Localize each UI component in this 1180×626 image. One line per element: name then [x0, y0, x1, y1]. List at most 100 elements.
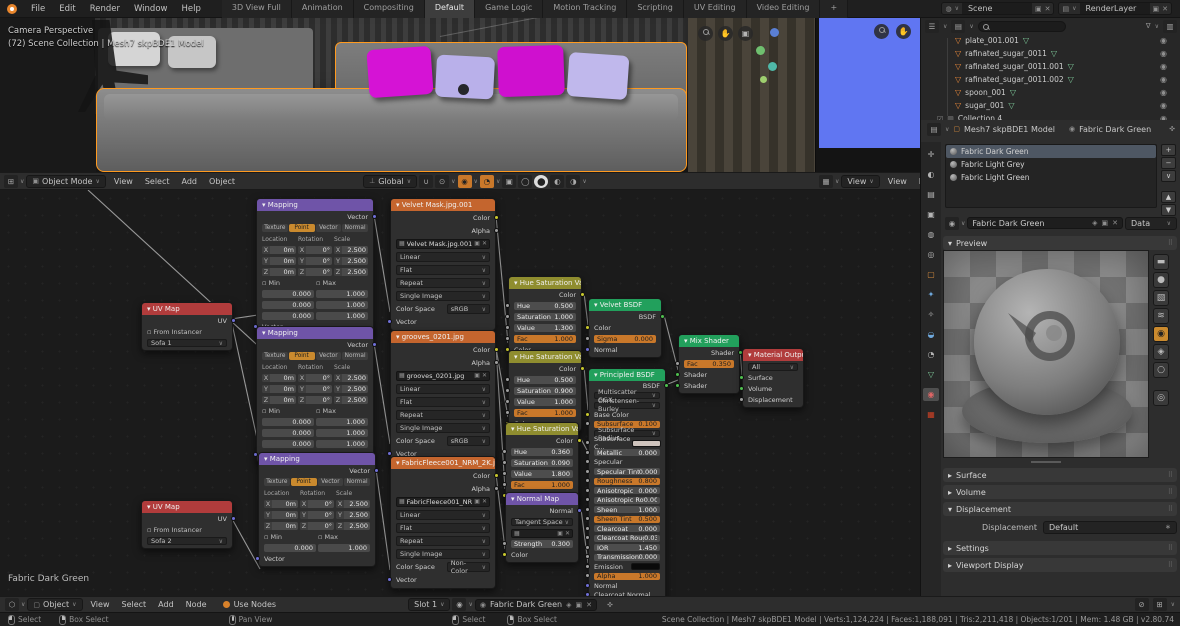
node-row-hue[interactable]: Hue 0.500 — [505, 375, 581, 385]
add-slot-button[interactable]: + — [1161, 144, 1176, 156]
node-row-sofa-1[interactable]: Sofa 1 ∨ — [142, 338, 232, 348]
panel-volume[interactable]: ▸ Volume ⠿ — [943, 485, 1177, 499]
value-box[interactable]: 1.000 — [316, 439, 368, 449]
workspace-tab-default[interactable]: Default — [424, 0, 476, 18]
pan-hand-icon[interactable]: ✋ — [896, 24, 911, 39]
node-row-repeat[interactable]: Repeat ∨ — [391, 409, 495, 421]
close-icon[interactable]: ✕ — [482, 240, 487, 247]
node-socket[interactable] — [505, 388, 510, 393]
viewport-menu-select[interactable]: Select — [139, 177, 176, 186]
use-nodes-checkbox[interactable] — [222, 601, 230, 608]
node-row-fac[interactable]: Fac 1.000 — [505, 334, 581, 344]
node-tab-normal[interactable]: Normal — [342, 223, 368, 233]
node-socket[interactable] — [585, 554, 590, 560]
value-cell[interactable]: Y 0m — [262, 384, 296, 394]
node-row-single-image[interactable]: Single Image ∨ — [391, 422, 495, 434]
panel-viewport-display[interactable]: ▸ Viewport Display ⠿ — [943, 558, 1177, 572]
breadcrumb-material[interactable]: Fabric Dark Green — [1079, 125, 1151, 134]
node-socket[interactable] — [585, 347, 590, 352]
node-row-emission[interactable]: Emission — [585, 563, 665, 572]
node-socket[interactable] — [585, 582, 590, 588]
value-cell[interactable]: Y 0m — [264, 510, 298, 520]
node-header-uv-map-1[interactable]: ▾ UV Map — [142, 303, 232, 315]
node-row-transmission[interactable]: Transmission 0.000 — [585, 553, 665, 562]
close-icon[interactable]: ✕ — [1162, 5, 1168, 13]
node-socket[interactable] — [505, 377, 510, 382]
node-row-v2[interactable]: 0.000 1.000 — [257, 428, 373, 438]
copy-icon[interactable]: ▣ — [575, 601, 582, 609]
dropdown-single-image[interactable]: Single Image ∨ — [396, 548, 490, 560]
value-cell[interactable]: X 0° — [298, 245, 332, 255]
slider-alpha[interactable]: Alpha 1.000 — [594, 572, 660, 580]
node-socket[interactable] — [494, 473, 499, 478]
value-box[interactable]: 1.000 — [318, 543, 370, 553]
value-box[interactable]: 0.000 — [262, 289, 314, 299]
material-browse-icon[interactable]: ◉ — [945, 216, 959, 230]
node-row-grooves-0201-jpg[interactable]: ▦ grooves_0201.jpg ▣ ✕ — [391, 370, 495, 382]
material-slot-fabric-light-grey[interactable]: Fabric Light Grey — [946, 158, 1156, 171]
node-row-anisotropic[interactable]: Anisotropic 0.000 — [585, 487, 665, 496]
node-row-tabs[interactable]: Texture Point Vector Normal — [257, 223, 373, 233]
workspace-tab-+[interactable]: + — [820, 0, 849, 18]
node-row-r3[interactable]: Y 0m Y 0° Y 2.500 — [257, 384, 373, 394]
node-hue-saturation-value-2[interactable]: ▾ Hue Saturation ValueColorHue0.500Satur… — [505, 350, 585, 432]
value-box[interactable]: 1.000 — [316, 311, 368, 321]
workspace-tab-video-editing[interactable]: Video Editing — [746, 0, 821, 18]
preview-type-cube[interactable]: ▧ — [1153, 290, 1169, 306]
node-socket[interactable] — [585, 325, 590, 330]
panel-preview[interactable]: ▾ Preview ⠿ — [943, 236, 1177, 250]
snap-target-icon[interactable]: ⊙ — [435, 174, 450, 188]
outliner-item-rafinated_sugar_0011[interactable]: ▽ rafinated_sugar_0011 ▽ ◉ — [921, 47, 1180, 60]
node-socket[interactable] — [580, 366, 585, 371]
proportional-falloff-icon[interactable]: ◔ — [479, 174, 494, 188]
node-socket[interactable] — [585, 497, 590, 503]
properties-tab-world[interactable]: ◎ — [923, 248, 939, 261]
node-socket[interactable] — [585, 487, 590, 493]
outliner-collection-row[interactable]: ☑ ▥ Collection 4 ◉ — [921, 112, 1180, 120]
zoom-icon[interactable] — [874, 24, 889, 39]
preview-type-hair[interactable]: ≋ — [1153, 308, 1169, 324]
node-socket[interactable] — [585, 459, 590, 465]
node-row-chk2[interactable]: ▫ Min ▫ Max — [259, 532, 375, 542]
slider-ior[interactable]: IOR 1.450 — [594, 544, 660, 552]
menu-help[interactable]: Help — [174, 4, 207, 14]
node-row-roughness[interactable]: Roughness 0.800 — [585, 477, 665, 486]
shading-wireframe-icon[interactable]: ◯ — [518, 174, 533, 188]
shading-solid-icon[interactable]: ⬤ — [534, 174, 549, 188]
value-cell[interactable]: Y 0° — [300, 510, 334, 520]
outliner[interactable]: ☰ ∨ ▤ ∨ ∇ ∨ ▥ ▽ plate_001.001 ▽ ◉ ▽ rafinated… — [921, 18, 1180, 120]
filter-funnel-icon[interactable]: ∇ — [1146, 22, 1151, 30]
node-socket[interactable] — [505, 410, 510, 415]
view-layer-name[interactable]: RenderLayer — [1079, 3, 1150, 14]
value-cell[interactable]: Y 0m — [262, 256, 296, 266]
panel-drag-dots[interactable]: ⠿ — [1168, 239, 1173, 247]
properties-tab-output[interactable]: ▤ — [923, 188, 939, 201]
node-socket[interactable] — [577, 508, 582, 513]
snap-magnet-icon[interactable]: ∪ — [419, 174, 434, 188]
editor-type-icon[interactable]: ⬡ — [5, 598, 19, 611]
material-slot-list[interactable]: Fabric Dark Green Fabric Light Grey Fabric… — [945, 144, 1157, 208]
node-row-v2[interactable]: 0.000 1.000 — [259, 543, 375, 553]
node-row-r3[interactable]: X 0m X 0° X 2.500 — [259, 499, 375, 509]
node-row-specular-tint[interactable]: Specular Tint 0.000 — [585, 468, 665, 477]
node-tab-normal[interactable]: Normal — [344, 477, 370, 487]
node-header-hue-saturation-value-2[interactable]: ▾ Hue Saturation Value — [509, 351, 581, 363]
node-socket[interactable] — [502, 460, 507, 465]
node-socket[interactable] — [675, 383, 680, 388]
node-row-fac[interactable]: Fac 1.000 — [502, 480, 578, 490]
slider-value[interactable]: Value 1.800 — [511, 469, 573, 479]
zoom-icon[interactable] — [698, 26, 713, 41]
properties-tab-tool[interactable]: ✛ — [923, 148, 939, 161]
slider-metallic[interactable]: Metallic 0.000 — [594, 449, 660, 457]
node-socket[interactable] — [585, 449, 590, 455]
workspace-tab-compositing[interactable]: Compositing — [353, 0, 425, 18]
slider-anisotropic[interactable]: Anisotropic 0.000 — [594, 487, 660, 495]
node-row-from-instancer[interactable]: ▫ From Instancer — [142, 525, 232, 535]
node-row-v2[interactable]: 0.000 1.000 — [257, 417, 373, 427]
panel-surface[interactable]: ▸ Surface ⠿ — [943, 468, 1177, 482]
node-socket[interactable] — [494, 347, 499, 352]
node-mapping-2[interactable]: ▾ Mapping Vector Texture Point Vector Normal L… — [253, 326, 377, 463]
node-row-christensen-burley[interactable]: Christensen-Burley ∨ — [589, 397, 665, 413]
menu-edit[interactable]: Edit — [52, 4, 82, 14]
value-cell[interactable]: Z 0m — [262, 395, 296, 405]
